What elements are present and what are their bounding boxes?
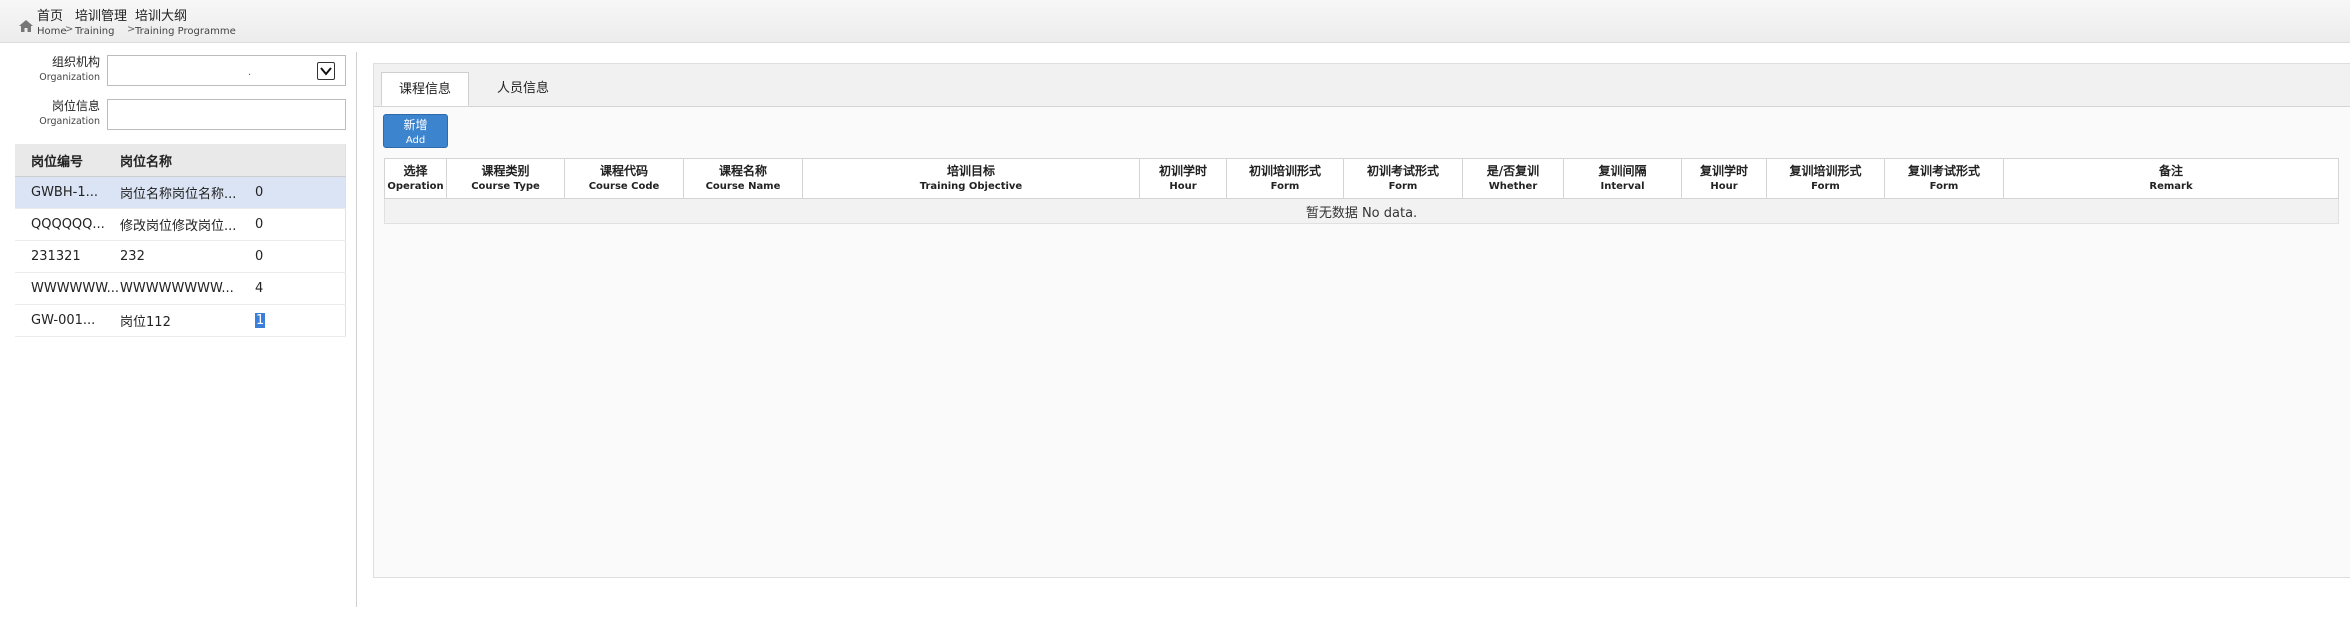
selected-text: 1 — [255, 313, 266, 328]
position-table: 岗位编号 岗位名称 GWBH-1... 岗位名称岗位名称... 0 QQQQQQ… — [15, 144, 347, 337]
left-panel: 组织机构 Organization . 岗位信息 Organization 岗位… — [15, 52, 347, 612]
column-training-objective[interactable]: 培训目标 Training Objective — [802, 158, 1140, 199]
breadcrumb-separator-icon: > — [65, 24, 74, 35]
breadcrumb-training-programme: 培训大纲 Training Programme — [135, 9, 236, 37]
column-initial-training-form[interactable]: 初训培训形式 Form — [1226, 158, 1344, 199]
column-operation[interactable]: 选择 Operation — [384, 158, 447, 199]
position-info-input[interactable] — [107, 99, 346, 130]
column-initial-hour[interactable]: 初训学时 Hour — [1139, 158, 1227, 199]
breadcrumb-training[interactable]: 培训管理 Training — [75, 10, 127, 38]
dropdown-button[interactable] — [317, 62, 335, 80]
table-row[interactable]: QQQQQQ... 修改岗位修改岗位... 0 — [15, 208, 347, 241]
course-table-header: 选择 Operation 课程类别 Course Type 课程代码 Course C… — [384, 158, 2339, 199]
add-button[interactable]: 新增 Add — [383, 114, 448, 148]
column-retraining-exam-form[interactable]: 复训考试形式 Form — [1884, 158, 2004, 199]
column-initial-exam-form[interactable]: 初训考试形式 Form — [1343, 158, 1463, 199]
empty-message: 暂无数据 No data. — [384, 198, 2339, 224]
column-retraining-interval[interactable]: 复训间隔 Interval — [1563, 158, 1682, 199]
column-retraining-training-form[interactable]: 复训培训形式 Form — [1766, 158, 1885, 199]
chevron-down-icon — [320, 67, 332, 76]
column-position-name: 岗位名称 — [120, 144, 242, 177]
column-course-type[interactable]: 课程类别 Course Type — [446, 158, 565, 199]
column-retraining-whether[interactable]: 是/否复训 Whether — [1462, 158, 1564, 199]
home-icon[interactable] — [19, 20, 33, 32]
table-row[interactable]: WWWWWW... WWWWWWWW... 4 — [15, 272, 347, 305]
column-remark[interactable]: 备注 Remark — [2003, 158, 2339, 199]
tab-bar: 课程信息 人员信息 — [374, 64, 2350, 107]
column-course-name[interactable]: 课程名称 Course Name — [683, 158, 803, 199]
tab-course-info[interactable]: 课程信息 — [381, 72, 469, 106]
tab-personnel-info[interactable]: 人员信息 — [479, 72, 567, 106]
breadcrumb-home[interactable]: 首页 Home — [37, 10, 67, 38]
column-position-code: 岗位编号 — [15, 144, 121, 177]
organization-select[interactable]: . — [107, 55, 346, 86]
position-table-header: 岗位编号 岗位名称 — [15, 144, 347, 177]
table-row[interactable]: GWBH-1... 岗位名称岗位名称... 0 — [15, 176, 347, 209]
column-count — [241, 144, 347, 177]
column-course-code[interactable]: 课程代码 Course Code — [564, 158, 684, 199]
position-info-label: 岗位信息 Organization — [39, 99, 100, 128]
breadcrumb: 首页 Home > 培训管理 Training > 培训大纲 Training … — [0, 0, 2350, 43]
table-row[interactable]: GW-001... 岗位112 1 — [15, 304, 347, 337]
column-retraining-hour[interactable]: 复训学时 Hour — [1681, 158, 1767, 199]
course-panel: 课程信息 人员信息 新增 Add 选择 Operation 课程类别 Course … — [373, 63, 2350, 578]
table-row[interactable]: 231321 232 0 — [15, 240, 347, 273]
organization-label: 组织机构 Organization — [39, 55, 100, 84]
empty-row: 暂无数据 No data. — [384, 198, 2339, 224]
course-table: 选择 Operation 课程类别 Course Type 课程代码 Course C… — [384, 158, 2339, 224]
panel-divider[interactable] — [356, 52, 357, 607]
